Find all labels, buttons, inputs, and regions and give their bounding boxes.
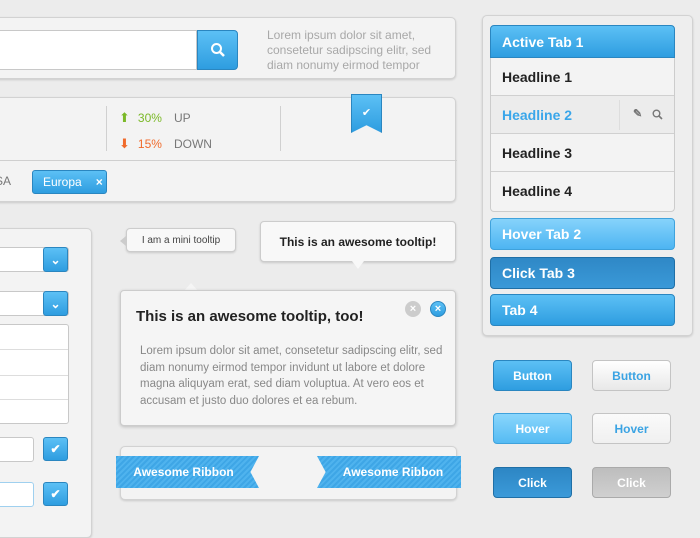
tab-active-1[interactable]: Active Tab 1 — [490, 25, 675, 58]
headline-label: Headline 4 — [502, 183, 573, 199]
button-label: Hover — [515, 421, 550, 436]
text-input-1[interactable] — [0, 437, 34, 462]
button-primary[interactable]: Button — [493, 360, 572, 391]
stats-panel: ⬆ 30% UP ⬇ 15% DOWN SA Europa × — [0, 97, 457, 202]
ribbon-left: Awesome Ribbon — [116, 456, 259, 488]
search-icon[interactable] — [652, 109, 663, 120]
ribbon-left-text: Awesome Ribbon — [133, 465, 234, 479]
button-label: Button — [513, 368, 552, 383]
tab-click-3[interactable]: Click Tab 3 — [490, 257, 675, 289]
tab-4[interactable]: Tab 4 — [490, 294, 675, 326]
search-button[interactable] — [197, 30, 238, 70]
search-input[interactable] — [0, 30, 197, 70]
button-label: Click — [518, 475, 547, 490]
divider — [106, 106, 107, 151]
ribbon-right-text: Awesome Ribbon — [342, 465, 444, 479]
headline-item-1[interactable]: Headline 1 — [491, 58, 674, 96]
edit-pencil-icon[interactable]: ✎ — [633, 107, 642, 120]
button-label: Button — [612, 368, 651, 383]
forms-panel: ⌄ ⌄ ✔ ✔ — [0, 228, 92, 538]
tag-remove-icon[interactable]: × — [96, 175, 103, 189]
awesome-tooltip: This is an awesome tooltip! — [260, 221, 456, 262]
big-tooltip-body: Lorem ipsum dolor sit amet, consetetur s… — [140, 345, 443, 407]
listbox[interactable] — [0, 324, 69, 424]
button-label: Hover — [614, 421, 649, 436]
headline-list: Headline 1 Headline 2 ✎ Headline 3 Headl… — [490, 58, 675, 212]
button-primary-click[interactable]: Click — [493, 467, 572, 498]
arrow-up-icon: ⬆ — [119, 110, 130, 125]
divider — [280, 106, 281, 151]
select-1-chevron-down-icon[interactable]: ⌄ — [43, 247, 68, 272]
button-secondary[interactable]: Button — [592, 360, 671, 391]
divider — [0, 160, 457, 161]
mini-tooltip-arrow — [120, 236, 126, 246]
confirm-button-2[interactable]: ✔ — [43, 482, 68, 506]
stat-down-label: DOWN — [173, 137, 212, 151]
awesome-tooltip-text: This is an awesome tooltip! — [279, 234, 437, 249]
tag-label: Europa — [43, 175, 82, 189]
listbox-item[interactable] — [0, 325, 68, 350]
close-grey-icon[interactable]: × — [405, 301, 421, 317]
headline-item-3[interactable]: Headline 3 — [491, 134, 674, 172]
tab-hover-2[interactable]: Hover Tab 2 — [490, 218, 675, 250]
headline-label: Headline 3 — [502, 144, 573, 161]
awesome-tooltip-arrow — [352, 261, 364, 269]
tab-label: Tab 4 — [502, 302, 538, 318]
stat-down-value: 15% — [137, 137, 162, 151]
select-2-chevron-down-icon[interactable]: ⌄ — [43, 291, 68, 316]
tag-europa[interactable]: Europa × — [32, 170, 107, 194]
tab-label: Click Tab 3 — [502, 265, 575, 281]
listbox-item[interactable] — [0, 350, 68, 376]
stat-down: ⬇ 15% DOWN — [119, 136, 212, 152]
search-description: Lorem ipsum dolor sit amet, consetetur s… — [267, 28, 432, 72]
headline-label: Headline 1 — [502, 68, 573, 85]
big-tooltip: This is an awesome tooltip, too! × × Lor… — [120, 290, 456, 426]
tab-label: Hover Tab 2 — [502, 226, 582, 242]
tag-partial[interactable]: SA — [0, 174, 11, 188]
stat-up-label: UP — [173, 111, 191, 125]
button-secondary-hover[interactable]: Hover — [592, 413, 671, 444]
stat-up-value: 30% — [137, 111, 162, 125]
listbox-item[interactable] — [0, 400, 68, 423]
button-secondary-click[interactable]: Click — [592, 467, 671, 498]
big-tooltip-title: This is an awesome tooltip, too! — [136, 308, 364, 325]
headline-item-2[interactable]: Headline 2 ✎ — [491, 96, 674, 134]
divider — [619, 100, 620, 130]
mini-tooltip: I am a mini tooltip — [126, 228, 236, 252]
arrow-down-icon: ⬇ — [119, 136, 130, 151]
button-primary-hover[interactable]: Hover — [493, 413, 572, 444]
close-blue-icon[interactable]: × — [430, 301, 446, 317]
button-label: Click — [617, 475, 646, 490]
headline-item-4[interactable]: Headline 4 — [491, 172, 674, 210]
stat-up: ⬆ 30% UP — [119, 110, 191, 126]
mini-tooltip-text: I am a mini tooltip — [141, 234, 221, 246]
text-input-2[interactable] — [0, 482, 34, 507]
search-icon — [210, 43, 225, 57]
ribbon-right: Awesome Ribbon — [317, 456, 461, 488]
tab-label: Active Tab 1 — [502, 33, 584, 50]
confirm-button-1[interactable]: ✔ — [43, 437, 68, 461]
search-panel: Lorem ipsum dolor sit amet, consetetur s… — [0, 17, 456, 79]
headline-label: Headline 2 — [502, 106, 573, 123]
listbox-item[interactable] — [0, 376, 68, 400]
